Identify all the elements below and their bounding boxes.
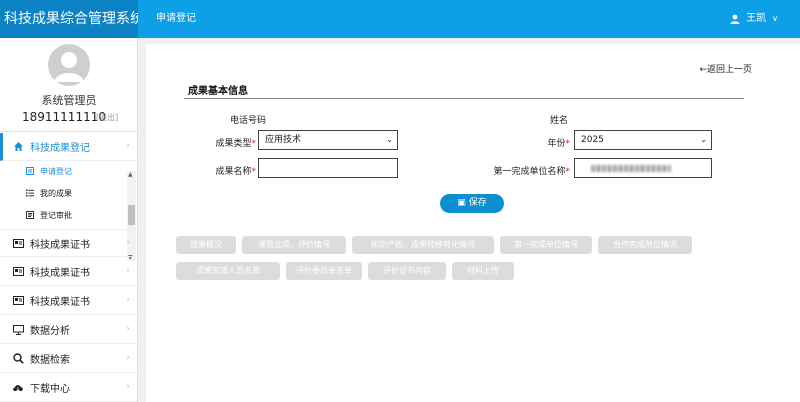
sidebar-item-label: 下载中心 xyxy=(30,384,70,395)
year-select[interactable]: 2025 ⌄ xyxy=(574,130,712,150)
achievement-name-label: 成果名称* xyxy=(176,164,256,177)
sidebar-subitem-my-achievements[interactable]: 我的成果 xyxy=(26,188,72,199)
sidebar-item-achievement-registration[interactable]: 科技成果登记 › xyxy=(0,133,137,161)
achievement-type-value: 应用技术 xyxy=(265,135,302,145)
tab-project-evaluation[interactable]: 课题立项、评价情况 xyxy=(242,236,346,254)
sidebar-item-label: 科技成果证书 xyxy=(30,268,90,279)
sidebar-divider xyxy=(0,131,137,132)
chevron-right-icon: › xyxy=(126,382,130,392)
type-label-text: 成果类型 xyxy=(215,139,252,149)
first-unit-input[interactable] xyxy=(574,158,712,178)
form-icon xyxy=(26,166,34,177)
type-label: 成果类型* xyxy=(176,136,256,149)
certificate-icon xyxy=(12,266,24,278)
top-header: 科技成果综合管理系统 申请登记 王凯 ∨ xyxy=(0,0,800,38)
year-label-text: 年份 xyxy=(547,139,566,149)
required-mark: * xyxy=(565,167,571,177)
save-label: 保存 xyxy=(468,198,487,208)
download-cloud-icon xyxy=(12,382,24,394)
sidebar-item-certificate-2[interactable]: 科技成果证书 › xyxy=(0,258,137,286)
phone-label: 电话号码 xyxy=(229,116,266,126)
chevron-down-icon: ⌄ xyxy=(386,135,393,144)
sidebar-item-label: 科技成果证书 xyxy=(30,239,90,251)
redacted-value xyxy=(591,165,671,172)
admin-name: 系统管理员 xyxy=(41,94,97,107)
first-unit-label-text: 第一完成单位名称 xyxy=(493,167,566,177)
certificate-icon xyxy=(12,295,24,307)
sidebar-subitem-label: 我的成果 xyxy=(40,189,72,198)
admin-phone: 18911111110 xyxy=(22,110,106,124)
tab-first-unit[interactable]: 第一完成单位情况 xyxy=(500,236,592,254)
chevron-right-icon: › xyxy=(126,353,130,363)
tab-overview[interactable]: 成果概况 xyxy=(176,236,236,254)
chevron-right-icon: › xyxy=(126,324,130,334)
back-link[interactable]: ←返回上一页 xyxy=(699,62,752,75)
first-unit-label: 第一完成单位名称* xyxy=(466,164,570,177)
sidebar-item-data-search[interactable]: 数据检索 › xyxy=(0,345,137,373)
save-button[interactable]: ▣ 保存 xyxy=(440,194,504,213)
home-icon xyxy=(12,141,24,153)
user-name: 王凯 xyxy=(746,13,767,24)
search-icon xyxy=(12,353,24,365)
sidebar-item-certificate-1[interactable]: 科技成果证书 › xyxy=(0,229,137,257)
sidebar-item-data-analysis[interactable]: 数据分析 › xyxy=(0,316,137,344)
tab-partner-units[interactable]: 合作完成单位情况 xyxy=(598,236,692,254)
achievement-name-label-text: 成果名称 xyxy=(215,167,252,177)
required-mark: * xyxy=(565,139,571,149)
achievement-type-select[interactable]: 应用技术 ⌄ xyxy=(258,130,398,150)
scroll-up-icon[interactable]: ▲ xyxy=(128,171,133,178)
sidebar-subitem-apply[interactable]: 申请登记 xyxy=(26,166,72,177)
tab-ip-transfer[interactable]: 知识产权、成果转移转化情况 xyxy=(352,236,494,254)
name-label: 姓名 xyxy=(549,116,568,126)
chevron-right-icon: › xyxy=(126,141,130,151)
user-icon xyxy=(730,14,740,24)
section-title: 成果基本信息 xyxy=(188,86,248,97)
breadcrumb: 申请登记 xyxy=(156,13,196,24)
sidebar-item-label: 科技成果登记 xyxy=(30,143,90,154)
chevron-down-icon: ⌄ xyxy=(700,135,707,144)
sidebar: 系统管理员 18911111110 [退出] 科技成果登记 › 申请登记 我的成… xyxy=(0,38,138,402)
app-title: 科技成果综合管理系统 xyxy=(0,0,138,38)
sidebar-subitem-label: 申请登记 xyxy=(40,167,72,176)
sidebar-item-download-center[interactable]: 下载中心 › xyxy=(0,374,137,402)
sidebar-subitem-approval[interactable]: 登记审批 xyxy=(26,210,72,221)
main-panel: ←返回上一页 成果基本信息 电话号码 姓名 成果类型* 应用技术 ⌄ 年份* 2… xyxy=(146,44,800,402)
chevron-down-icon: ∨ xyxy=(772,14,778,23)
avatar xyxy=(48,44,90,86)
monitor-icon xyxy=(12,324,24,336)
tab-committee[interactable]: 评价委员会名单 xyxy=(286,262,362,280)
sidebar-item-label: 数据分析 xyxy=(30,326,70,337)
year-label: 年份* xyxy=(486,136,570,149)
section-divider xyxy=(184,98,744,99)
sidebar-item-label: 数据检索 xyxy=(30,355,70,366)
scrollbar-thumb[interactable] xyxy=(128,205,135,225)
chevron-right-icon: › xyxy=(126,266,130,276)
logout-link[interactable]: [退出] xyxy=(96,112,118,123)
tab-certificate-content[interactable]: 评价证书内容 xyxy=(368,262,446,280)
achievement-name-input[interactable] xyxy=(258,158,398,178)
year-value: 2025 xyxy=(581,135,604,145)
sidebar-item-certificate-3[interactable]: 科技成果证书 › xyxy=(0,287,137,315)
chevron-right-icon: › xyxy=(126,238,130,248)
certificate-icon xyxy=(12,237,24,249)
tab-material-upload[interactable]: 材料上传 xyxy=(452,262,514,280)
sidebar-item-label: 科技成果证书 xyxy=(30,297,90,308)
user-menu[interactable]: 王凯 ∨ xyxy=(730,0,778,38)
tab-personnel[interactable]: 成果完成人员名单 xyxy=(176,262,280,280)
chevron-right-icon: › xyxy=(126,295,130,305)
approval-icon xyxy=(26,210,34,221)
required-mark: * xyxy=(251,139,257,149)
sidebar-subitem-label: 登记审批 xyxy=(40,211,72,220)
list-icon xyxy=(26,189,34,199)
required-mark: * xyxy=(251,167,257,177)
save-icon: ▣ xyxy=(457,198,466,208)
